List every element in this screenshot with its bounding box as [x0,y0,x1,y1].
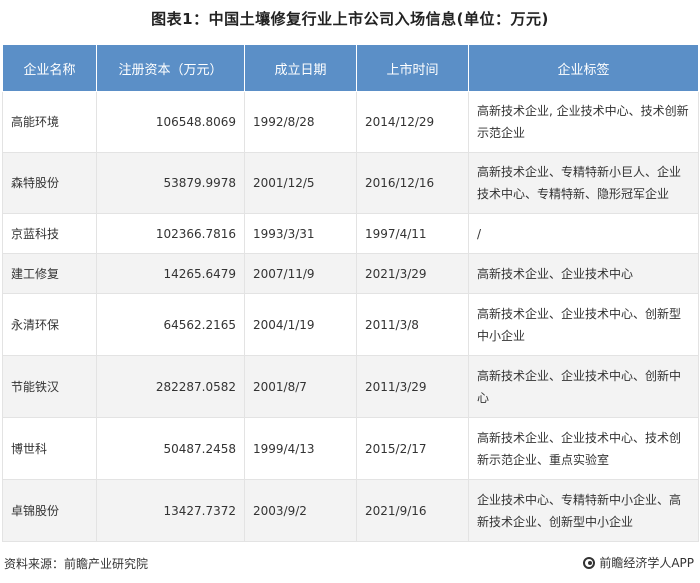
company-tags: 高新技术企业、企业技术中心、创新中心 [468,355,699,418]
registered-capital: 50487.2458 [96,417,245,480]
listing-date: 2021/9/16 [356,479,469,542]
column-header-listed: 上市时间 [356,44,469,92]
registered-capital: 53879.9978 [96,152,245,214]
table-header-row: 企业名称 注册资本（万元） 成立日期 上市时间 企业标签 [2,44,699,92]
established-date: 1993/3/31 [244,213,357,254]
established-date: 2007/11/9 [244,253,357,294]
listing-date: 2014/12/29 [356,91,469,153]
company-name: 卓锦股份 [2,479,97,542]
company-tags: 高新技术企业、专精特新小巨人、企业技术中心、专精特新、隐形冠军企业 [468,152,699,214]
company-name: 建工修复 [2,253,97,294]
registered-capital: 64562.2165 [96,293,245,356]
registered-capital: 106548.8069 [96,91,245,153]
brand-credit: 前瞻经济学人APP [583,554,694,571]
established-date: 2003/9/2 [244,479,357,542]
company-tags: / [468,213,699,254]
table-row: 永清环保 64562.2165 2004/1/19 2011/3/8 高新技术企… [2,293,699,356]
company-name: 高能环境 [2,91,97,153]
table-row: 卓锦股份 13427.7372 2003/9/2 2021/9/16 企业技术中… [2,479,699,542]
company-tags: 高新技术企业、企业技术中心、创新型中小企业 [468,293,699,356]
table-row: 节能铁汉 282287.0582 2001/8/7 2011/3/29 高新技术… [2,355,699,418]
table-row: 京蓝科技 102366.7816 1993/3/31 1997/4/11 / [2,213,699,254]
registered-capital: 14265.6479 [96,253,245,294]
brand-name: 前瞻经济学人APP [599,556,694,570]
listing-date: 2016/12/16 [356,152,469,214]
source-note: 资料来源：前瞻产业研究院 [4,557,149,571]
company-name: 节能铁汉 [2,355,97,418]
column-header-established: 成立日期 [244,44,357,92]
listing-date: 2021/3/29 [356,253,469,294]
listing-date: 2015/2/17 [356,417,469,480]
registered-capital: 282287.0582 [96,355,245,418]
company-table: 企业名称 注册资本（万元） 成立日期 上市时间 企业标签 高能环境 106548… [2,44,699,542]
table-row: 高能环境 106548.8069 1992/8/28 2014/12/29 高新… [2,91,699,153]
established-date: 1992/8/28 [244,91,357,153]
established-date: 2004/1/19 [244,293,357,356]
established-date: 2001/8/7 [244,355,357,418]
company-name: 森特股份 [2,152,97,214]
company-tags: 高新技术企业、企业技术中心、技术创新示范企业、重点实验室 [468,417,699,480]
listing-date: 1997/4/11 [356,213,469,254]
company-tags: 高新技术企业, 企业技术中心、技术创新示范企业 [468,91,699,153]
company-name: 博世科 [2,417,97,480]
company-name: 永清环保 [2,293,97,356]
registered-capital: 102366.7816 [96,213,245,254]
established-date: 1999/4/13 [244,417,357,480]
table-row: 森特股份 53879.9978 2001/12/5 2016/12/16 高新技… [2,152,699,214]
registered-capital: 13427.7372 [96,479,245,542]
established-date: 2001/12/5 [244,152,357,214]
table-row: 博世科 50487.2458 1999/4/13 2015/2/17 高新技术企… [2,417,699,480]
page-title: 图表1：中国土壤修复行业上市公司入场信息(单位：万元) [151,10,549,28]
company-name: 京蓝科技 [2,213,97,254]
company-tags: 企业技术中心、专精特新中小企业、高新技术企业、创新型中小企业 [468,479,699,542]
table-row: 建工修复 14265.6479 2007/11/9 2021/3/29 高新技术… [2,253,699,294]
column-header-capital: 注册资本（万元） [96,44,245,92]
company-tags: 高新技术企业、企业技术中心 [468,253,699,294]
listing-date: 2011/3/8 [356,293,469,356]
circle-logo-icon [583,556,596,569]
listing-date: 2011/3/29 [356,355,469,418]
column-header-name: 企业名称 [2,44,97,92]
column-header-tags: 企业标签 [468,44,699,92]
